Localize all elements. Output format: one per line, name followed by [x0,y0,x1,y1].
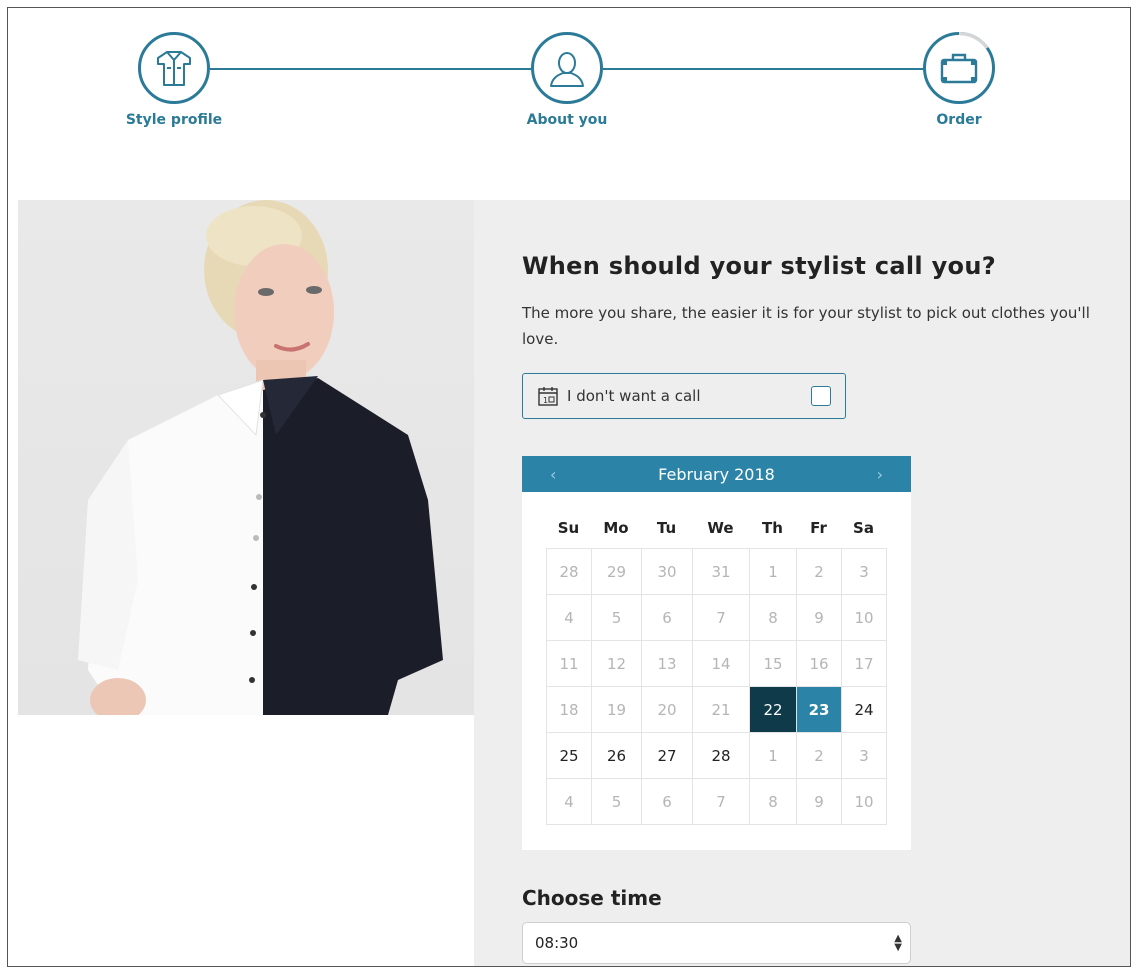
calendar-day[interactable]: 8 [750,779,797,825]
weekday-label: Mo [603,519,629,537]
calendar-day[interactable]: 20 [642,687,693,733]
calendar-day[interactable]: 29 [592,549,642,595]
calendar-day[interactable]: 10 [842,779,887,825]
calendar-day[interactable]: 11 [547,641,592,687]
calendar-day[interactable]: 9 [797,779,842,825]
calendar-day[interactable]: 7 [693,779,750,825]
calendar-day[interactable]: 13 [642,641,693,687]
calendar-day[interactable]: 16 [797,641,842,687]
calendar-week-row: 4 5 6 7 8 9 10 [547,595,887,641]
progress-connector [210,68,531,70]
calendar-day[interactable]: 1 [750,549,797,595]
no-call-checkbox[interactable] [811,386,831,406]
calendar-day[interactable]: 8 [750,595,797,641]
weekday-label: Sa [853,519,874,537]
calendar-week-row: 18 19 20 21 22 23 24 [547,687,887,733]
calendar-day[interactable]: 1 [750,733,797,779]
calendar-day[interactable]: 27 [642,733,693,779]
calendar-day[interactable]: 14 [693,641,750,687]
page-frame: Style profile About you Order When shoul… [7,7,1131,967]
calendar-day[interactable]: 26 [592,733,642,779]
calendar-day[interactable]: 31 [693,549,750,595]
step-label: Style profile [125,112,223,128]
calendar-day[interactable]: 5 [592,779,642,825]
shirt-icon [157,51,191,86]
time-select-value: 08:30 [535,934,579,952]
calendar-day[interactable]: 19 [592,687,642,733]
step-label: Order [936,112,982,128]
main-content: When should your stylist call you? The m… [18,200,1130,966]
time-heading: Choose time [522,886,662,910]
progress-steps: Style profile About you Order [8,8,1130,198]
step-circle [531,32,603,104]
calendar-day[interactable]: 21 [693,687,750,733]
calendar-header: ‹ February 2018 › [522,456,911,492]
step-circle [138,32,210,104]
calendar-icon: 1 [538,387,558,406]
calendar-week-row: 25 26 27 28 1 2 3 [547,733,887,779]
calendar-day[interactable]: 30 [642,549,693,595]
calendar-day[interactable]: 5 [592,595,642,641]
calendar-day[interactable]: 10 [842,595,887,641]
calendar-week-row: 28 29 30 31 1 2 3 [547,549,887,595]
calendar-day[interactable]: 9 [797,595,842,641]
calendar-day[interactable]: 25 [547,733,592,779]
calendar-day[interactable]: 15 [750,641,797,687]
step-style-profile[interactable]: Style profile [126,32,222,128]
step-circle [923,32,995,104]
calendar-day[interactable]: 3 [842,733,887,779]
calendar-week-row: 11 12 13 14 15 16 17 [547,641,887,687]
select-arrows-icon: ▲ ▼ [894,933,902,953]
model-photo [18,200,474,715]
person-icon [550,52,584,87]
svg-text:1: 1 [543,396,548,405]
page-subtitle: The more you share, the easier it is for… [522,304,1090,348]
weekday-label: Th [762,519,783,537]
calendar-day[interactable]: 7 [693,595,750,641]
time-select[interactable]: 08:30 ▲ ▼ [522,922,911,964]
calendar-day[interactable]: 28 [547,549,592,595]
calendar-day[interactable]: 3 [842,549,887,595]
weekday-label: Fr [810,519,827,537]
step-label: About you [526,112,608,128]
calendar-day[interactable]: 4 [547,779,592,825]
calendar-week-row: 4 5 6 7 8 9 10 [547,779,887,825]
calendar-month-label: February 2018 [658,464,775,484]
step-about-you[interactable]: About you [527,32,607,128]
model-image [78,200,443,715]
no-call-option[interactable]: 1 I don't want a call [522,373,846,419]
calendar-grid: 28 29 30 31 1 2 3 4 5 6 7 8 9 10 11 12 13 14 15 16 17 18 19 20 2… [546,548,887,825]
prev-month-button[interactable]: ‹ [550,465,556,484]
next-month-button[interactable]: › [877,465,883,484]
no-call-label: I don't want a call [567,387,701,405]
calendar-day[interactable]: 17 [842,641,887,687]
weekday-label: We [707,519,734,537]
photo-bottom-panel [18,715,474,966]
weekday-label: Su [557,519,580,537]
calendar-day[interactable]: 6 [642,779,693,825]
step-progress-arc [958,32,989,49]
weekday-header: Su Mo Tu We Th Fr Sa [546,508,886,548]
calendar-day[interactable]: 6 [642,595,693,641]
calendar-day[interactable]: 2 [797,549,842,595]
calendar-day[interactable]: 24 [842,687,887,733]
progress-connector [603,68,925,70]
calendar-day-selected[interactable]: 23 [797,687,842,733]
calendar-day[interactable]: 28 [693,733,750,779]
calendar-day[interactable]: 18 [547,687,592,733]
weekday-label: Tu [656,519,677,537]
calendar-day[interactable]: 2 [797,733,842,779]
date-picker: ‹ February 2018 › Su Mo Tu We Th Fr Sa 28 29 30 3… [522,456,911,850]
calendar-day[interactable]: 4 [547,595,592,641]
page-title: When should your stylist call you? [522,252,996,280]
calendar-day-today[interactable]: 22 [750,687,797,733]
step-order[interactable]: Order [923,32,995,128]
calendar-day[interactable]: 12 [592,641,642,687]
